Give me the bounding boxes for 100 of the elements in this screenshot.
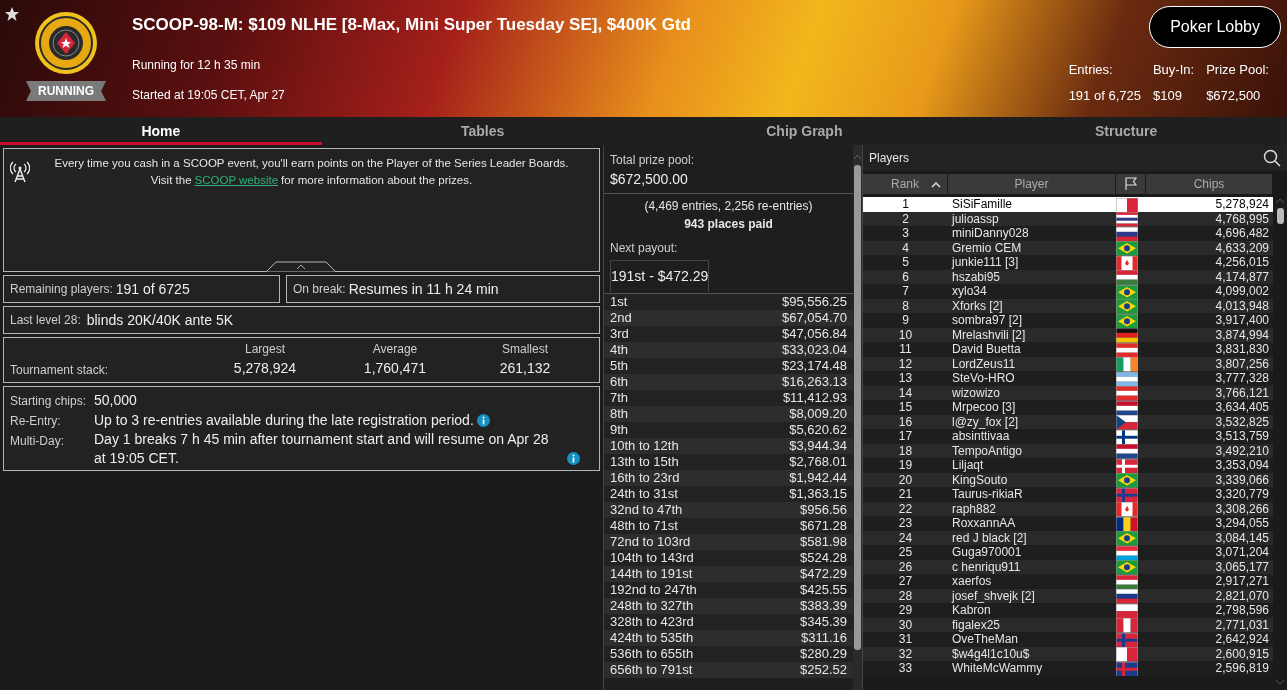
- flag-icon: [1116, 415, 1138, 430]
- stat-label: Prize Pool:: [1206, 61, 1269, 79]
- last-level-value: blinds 20K/40K ante 5K: [86, 310, 234, 330]
- stat-label: Buy-In:: [1152, 61, 1195, 79]
- info-icon[interactable]: [476, 414, 490, 427]
- player-row[interactable]: 3 miniDanny028 4,696,482: [863, 226, 1273, 241]
- scrollbar-thumb[interactable]: [1276, 208, 1284, 224]
- rank-cell-text: 4: [901, 240, 910, 255]
- player-row[interactable]: 31 OveTheMan 2,642,924: [863, 632, 1273, 647]
- detail-text: 50,000: [94, 391, 137, 410]
- rank-cell-text: 27: [897, 574, 914, 589]
- payout-amount: $524.28: [800, 550, 847, 566]
- tab[interactable]: Structure: [965, 117, 1287, 145]
- payout-place: 5th: [610, 358, 629, 374]
- rank-cell-text: 2: [901, 211, 910, 226]
- tab[interactable]: Tables: [321, 117, 644, 145]
- rank-cell-text: 1: [901, 197, 910, 212]
- rank-cell-text: 14: [897, 385, 914, 400]
- chips-cell-text: 3,353,094: [1214, 458, 1270, 473]
- player-row[interactable]: 15 Mrpecoo [3] 3,634,405: [863, 400, 1273, 415]
- player-name: julioassp: [950, 211, 1000, 226]
- players-title: Players: [869, 150, 909, 167]
- rank-cell-text: 11: [898, 342, 913, 357]
- payout-place: 8th: [610, 406, 629, 422]
- rank-cell-text: 5: [901, 255, 910, 270]
- payout-amount: $280.29: [800, 646, 847, 662]
- payout-place: 424th to 535th: [610, 630, 694, 646]
- player-row[interactable]: 33 WhiteMcWammy 2,596,819: [863, 661, 1273, 676]
- player-name: Xforks [2]: [951, 298, 1004, 313]
- sort-ascending-icon[interactable]: [931, 181, 941, 188]
- chips-cell-text: 2,600,915: [1214, 646, 1270, 661]
- payout-place: 72nd to 103rd: [610, 534, 691, 550]
- stack-value: 5,278,924: [233, 359, 297, 378]
- flag-icon: [1116, 560, 1138, 575]
- player-name: junkie111 [3]: [950, 255, 1020, 270]
- flag-icon: [1116, 299, 1138, 314]
- status-label: RUNNING: [26, 81, 106, 101]
- payout-amount: $425.55: [800, 582, 847, 598]
- payout-amount: $67,054.70: [781, 310, 847, 326]
- stack-value: 1,760,471: [363, 359, 427, 378]
- player-row[interactable]: 11 David Buetta 3,831,830: [863, 342, 1273, 357]
- flag-icon: [1116, 226, 1138, 242]
- payout-amount: $33,023.04: [781, 342, 847, 358]
- player-row[interactable]: 21 Taurus-rikiaR 3,320,779: [863, 487, 1273, 502]
- rank-cell-text: 24: [897, 530, 914, 545]
- column-header[interactable]: Chips: [1146, 174, 1273, 194]
- player-row[interactable]: 13 SteVo-HRO 3,777,328: [863, 371, 1273, 386]
- player-row[interactable]: 29 Kabron 2,798,596: [863, 603, 1273, 618]
- prize-pool-label: Total prize pool:: [610, 152, 696, 169]
- player-name: Mrpecoo [3]: [951, 400, 1017, 415]
- chips-cell-text: 4,696,482: [1214, 226, 1270, 241]
- tab[interactable]: Home: [0, 117, 322, 145]
- payout-place: 9th: [610, 422, 629, 438]
- flag-icon: [1116, 371, 1138, 387]
- player-row[interactable]: 17 absinttivaa 3,513,759: [863, 429, 1273, 444]
- stack-value: 261,132: [499, 359, 551, 378]
- player-name: xaerfos: [951, 574, 993, 589]
- player-name: WhiteMcWammy: [951, 661, 1044, 676]
- player-row[interactable]: 5 junkie111 [3] 4,256,015: [863, 255, 1273, 270]
- payout-amount: $95,556.25: [781, 294, 847, 310]
- collapse-icon[interactable]: [266, 261, 336, 272]
- rank-cell-text: 9: [901, 313, 910, 328]
- column-header[interactable]: Player: [948, 174, 1116, 194]
- player-name: l@zy_fox [2]: [951, 414, 1020, 429]
- player-name: Taurus-rikiaR: [951, 487, 1024, 502]
- rank-cell-text: 13: [897, 371, 914, 386]
- player-row[interactable]: 7 xylo34 4,099,002: [863, 284, 1273, 299]
- player-row[interactable]: 9 sombra97 [2] 3,917,400: [863, 313, 1273, 328]
- scoop-website-link[interactable]: SCOOP website: [194, 172, 279, 190]
- flag-icon[interactable]: [1123, 177, 1138, 191]
- remaining-players-value: 191 of 6725: [115, 279, 190, 299]
- detail-label: Re-Entry:: [10, 413, 62, 430]
- detail-label: Multi-Day:: [10, 433, 65, 450]
- player-name: OveTheMan: [951, 632, 1020, 647]
- tab[interactable]: Chip Graph: [643, 117, 966, 145]
- notice-text: Visit the: [150, 173, 192, 189]
- chips-cell-text: 3,308,266: [1214, 501, 1270, 516]
- chips-cell-text: 2,642,924: [1214, 632, 1270, 647]
- player-name: miniDanny028: [951, 226, 1030, 241]
- rank-cell-text: 22: [897, 501, 914, 516]
- player-row[interactable]: 19 Liljaqt 3,353,094: [863, 458, 1273, 473]
- flag-icon: [1116, 270, 1138, 285]
- search-icon[interactable]: [1263, 149, 1281, 167]
- info-icon[interactable]: [567, 452, 580, 465]
- poker-lobby-button[interactable]: Poker Lobby: [1149, 6, 1281, 48]
- player-row[interactable]: 27 xaerfos 2,917,271: [863, 574, 1273, 589]
- player-row[interactable]: 1 SiSiFamille 5,278,924: [863, 197, 1273, 212]
- scrollbar-thumb[interactable]: [854, 165, 861, 650]
- player-row[interactable]: 25 Guga970001 3,071,204: [863, 545, 1273, 560]
- chips-cell-text: 3,777,328: [1214, 371, 1270, 386]
- rank-cell-text: 29: [897, 603, 914, 618]
- detail-text: Day 1 breaks 7 h 45 min after tournament start and will resume on Apr 28 at 19:05 CET.: [94, 430, 550, 468]
- player-name: RoxxannAA: [951, 516, 1017, 531]
- payout-place: 10th to 12th: [610, 438, 679, 454]
- player-row[interactable]: 23 RoxxannAA 3,294,055: [863, 516, 1273, 531]
- rank-cell-text: 18: [897, 443, 914, 458]
- star-icon[interactable]: [5, 7, 19, 21]
- places-paid: 943 places paid: [683, 216, 774, 233]
- stat-value: $672,500: [1206, 86, 1262, 105]
- rank-cell-text: 23: [897, 516, 914, 531]
